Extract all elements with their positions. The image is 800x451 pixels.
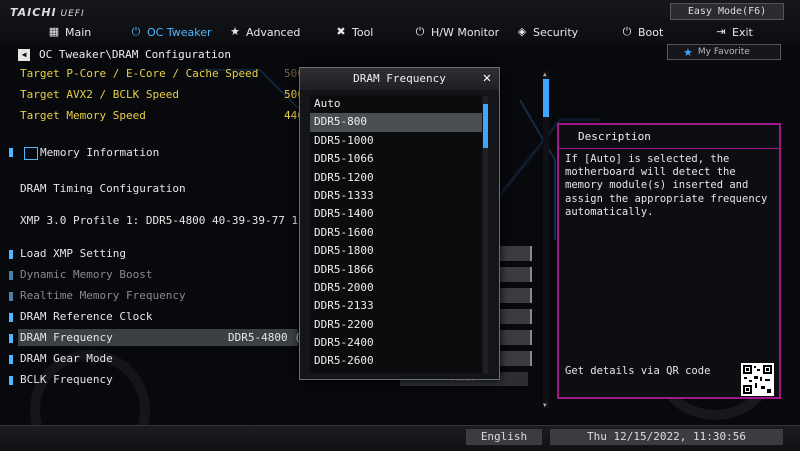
rocket-icon: ⏻ [131,25,141,38]
popup-scrollbar[interactable] [483,96,488,374]
row-bullet [9,376,13,385]
row-bullet [9,355,13,364]
memory-icon [24,147,38,160]
tab-advanced[interactable]: ★ Advanced [229,23,300,41]
frequency-option[interactable]: DDR5-2600 [310,352,482,370]
language-button[interactable]: English [466,429,542,445]
qr-code-icon [741,363,774,396]
tools-icon: ✖ [336,25,346,38]
logo-sub: UEFI [60,9,85,19]
tab-label: OC Tweaker [147,25,212,39]
load-xmp-setting-item[interactable]: Load XMP Setting [20,247,126,260]
datetime-display: Thu 12/15/2022, 11:30:56 [550,429,783,445]
tab-security[interactable]: ◈ Security [516,23,578,41]
tab-label: Tool [352,25,374,39]
dram-timing-config-item[interactable]: DRAM Timing Configuration [20,182,186,195]
popup-title: DRAM Frequency [300,68,499,90]
frequency-option[interactable]: DDR5-800 [310,113,482,132]
frequency-option[interactable]: DDR5-1333 [310,187,482,205]
frequency-option[interactable]: DDR5-1600 [310,224,482,242]
tab-label: Exit [732,25,753,39]
frequency-list[interactable]: Auto DDR5-800 DDR5-1000 DDR5-1066 DDR5-1200 D… [310,95,482,373]
logo-text: TAICHI [10,6,57,19]
realtime-memory-frequency-item[interactable]: Realtime Memory Frequency [20,289,186,302]
scroll-up-icon[interactable]: ▲ [543,71,547,78]
description-title: Description [578,130,651,143]
dram-frequency-popup: DRAM Frequency ✕ Auto DDR5-800 DDR5-1000 DD… [299,67,500,380]
target-pcore-label: Target P-Core / E-Core / Cache Speed [20,67,259,80]
dynamic-memory-boost-item[interactable]: Dynamic Memory Boost [20,268,152,281]
scroll-down-icon[interactable]: ▼ [543,402,547,409]
tab-hw-monitor[interactable]: ⏻ H/W Monitor [414,23,500,41]
close-icon[interactable]: ✕ [480,71,494,85]
scroll-thumb[interactable] [543,79,549,117]
star-icon: ★ [230,25,240,38]
description-panel: Description If [Auto] is selected, the m… [557,123,781,399]
tab-label: Main [65,25,92,39]
dram-gear-mode-item[interactable]: DRAM Gear Mode [20,352,113,365]
tab-label: Boot [638,25,664,39]
exit-icon: ⇥ [716,25,726,38]
row-bullet [9,313,13,322]
target-mem-label: Target Memory Speed [20,109,146,122]
tab-boot[interactable]: ⏻ Boot [621,23,664,41]
dynamic-boost-control[interactable] [500,267,532,282]
frequency-option[interactable]: DDR5-1400 [310,205,482,223]
frequency-option[interactable]: DDR5-2000 [310,279,482,297]
tab-exit[interactable]: ⇥ Exit [715,23,753,41]
power-icon: ⏻ [622,25,632,38]
power-icon: ⏻ [415,25,425,38]
back-arrow-icon[interactable]: ◀ [18,48,30,61]
tab-main[interactable]: ▦ Main [48,23,91,41]
qr-label: Get details via QR code [565,365,711,377]
frequency-option[interactable]: DDR5-2200 [310,316,482,334]
frequency-option[interactable]: DDR5-1200 [310,169,482,187]
easy-mode-button[interactable]: Easy Mode(F6) [670,3,784,20]
row-bullet [9,250,13,259]
popup-scroll-thumb[interactable] [483,104,488,148]
bclk-frequency-item[interactable]: BCLK Frequency [20,373,113,386]
dram-reference-clock-item[interactable]: DRAM Reference Clock [20,310,152,323]
tab-oc-tweaker[interactable]: ⏻ OC Tweaker [130,23,212,41]
breadcrumb-text: OC Tweaker\DRAM Configuration [39,48,232,61]
row-bullet [9,271,13,280]
my-favorite-button[interactable]: ★ My Favorite [667,44,781,60]
main-scrollbar[interactable] [543,71,549,408]
memory-information-item[interactable]: Memory Information [40,146,159,159]
dram-ref-clock-control[interactable] [500,309,532,324]
row-bullet [9,292,13,301]
brand-logo: TAICHI UEFI [10,6,85,19]
dram-frequency-item[interactable]: DRAM Frequency [20,331,113,344]
favorite-label: My Favorite [697,47,750,57]
description-text: If [Auto] is selected, the motherboard w… [565,153,768,218]
divider [559,148,779,149]
row-bullet [9,334,13,343]
frequency-option[interactable]: Auto [310,95,482,113]
tab-label: H/W Monitor [431,25,500,39]
frequency-option[interactable]: DDR5-1000 [310,132,482,150]
frequency-option[interactable]: DDR5-2400 [310,334,482,352]
grid-icon: ▦ [48,25,60,38]
dram-frequency-control[interactable] [500,330,532,345]
shield-icon: ◈ [517,25,527,38]
load-xmp-control[interactable] [500,246,532,261]
frequency-option[interactable]: DDR5-1800 [310,242,482,260]
dram-gear-control[interactable] [500,351,532,366]
tab-tool[interactable]: ✖ Tool [335,23,373,41]
star-icon: ★ [683,45,693,59]
tab-label: Security [533,25,579,39]
frequency-option[interactable]: DDR5-1066 [310,150,482,168]
frequency-option[interactable]: DDR5-1866 [310,261,482,279]
realtime-freq-control[interactable] [500,288,532,303]
tab-label: Advanced [246,25,301,39]
row-bullet [9,148,13,157]
frequency-option[interactable]: DDR5-2133 [310,297,482,315]
target-avx-label: Target AVX2 / BCLK Speed [20,88,179,101]
breadcrumb: ◀ OC Tweaker\DRAM Configuration [18,48,231,61]
